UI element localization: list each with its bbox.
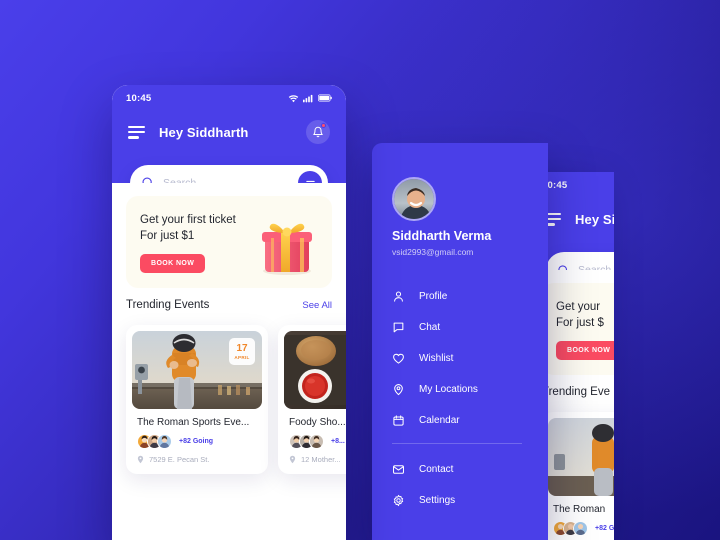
gift-box-icon [262, 223, 312, 275]
event-location: 12 Mother... [288, 455, 346, 464]
avatar[interactable] [392, 177, 436, 221]
drawer-item-my-locations[interactable]: My Locations [392, 374, 532, 405]
drawer-item-label: Chat [419, 322, 441, 333]
location-pin-icon [392, 383, 409, 396]
event-photo: 17 APRIL [132, 331, 262, 409]
mail-icon [392, 463, 409, 476]
phone-mockup-left: 10:45 Hey Siddharth Get your first ticke… [112, 85, 346, 540]
drawer-item-profile[interactable]: Profile [392, 281, 532, 312]
event-card[interactable]: 17 APRIL The Roman Sports Eve... +82 Goi… [126, 325, 268, 474]
event-photo [548, 418, 614, 496]
avatar [157, 434, 172, 449]
event-name: The Roman Sports Eve... [137, 417, 250, 428]
trending-header: Trending Events See All [126, 299, 332, 311]
event-location-text: 7529 E. Pecan St. [149, 455, 210, 464]
person-icon [392, 290, 409, 303]
event-name: Foody Sho... [289, 417, 346, 428]
location-pin-icon [289, 455, 296, 464]
drawer-item-contact[interactable]: Contact [392, 454, 532, 485]
attendees-group: +8... [289, 434, 346, 449]
drawer-item-wishlist[interactable]: Wishlist [392, 343, 532, 374]
promo-line-1: Get your first ticket [140, 214, 236, 226]
event-card-list: 17 APRIL The Roman Sports Eve... +82 Goi… [126, 325, 346, 474]
attendees-group: +82 Going [137, 434, 262, 449]
section-title: Trending Events [126, 299, 210, 311]
promo-text-right: Get your For just $ [556, 299, 604, 331]
event-card[interactable]: Foody Sho... +8... 12 Mother... [278, 325, 346, 474]
drawer-user-email: vsid2993@gmail.com [392, 247, 474, 257]
book-now-button[interactable]: BOOK NOW [140, 254, 206, 273]
promo-card[interactable]: Get your first ticket For just $1 BOOK N… [126, 196, 332, 288]
hamburger-icon[interactable] [128, 125, 145, 139]
drawer-divider [392, 443, 522, 444]
drawer-item-label: Settings [419, 495, 456, 506]
event-name: The Roman [553, 504, 606, 515]
avatar [573, 521, 588, 536]
event-location-text: 12 Mother... [301, 455, 341, 464]
trending-header-right: Trending Eve [542, 386, 614, 398]
location-pin-icon [137, 455, 144, 464]
drawer-item-label: My Locations [419, 384, 478, 395]
greeting-text: Hey Siddharth [159, 124, 249, 140]
notification-badge [321, 123, 326, 128]
attendee-count: +82 Going [179, 438, 214, 445]
book-now-button-right[interactable]: BOOK NOW [556, 341, 614, 360]
promo-line-2: For just $1 [140, 230, 195, 242]
chat-bubble-icon [392, 321, 409, 334]
event-photo [284, 331, 346, 409]
event-date-day: 17 [236, 342, 248, 354]
calendar-icon [392, 414, 409, 427]
drawer-item-label: Profile [419, 291, 448, 302]
status-bar-left: 10:45 [112, 85, 346, 111]
promo-text: Get your first ticket For just $1 [140, 212, 236, 244]
drawer-item-label: Contact [419, 464, 454, 475]
drawer-item-label: Wishlist [419, 353, 454, 364]
drawer-item-calendar[interactable]: Calendar [392, 405, 532, 436]
drawer-item-settings[interactable]: Settings [392, 485, 532, 516]
drawer-user-name: Siddharth Verma [392, 229, 492, 243]
signal-icon [303, 94, 313, 102]
drawer-item-chat[interactable]: Chat [392, 312, 532, 343]
nav-row-left: Hey Siddharth [112, 113, 346, 151]
event-date-month: APRIL [234, 354, 250, 360]
battery-icon [318, 94, 332, 102]
attendees-group: +82 G [553, 521, 614, 536]
status-clock: 10:45 [126, 92, 152, 104]
event-location: 7529 E. Pecan St. [136, 455, 262, 464]
gear-icon [392, 494, 409, 507]
avatar [309, 434, 324, 449]
attendee-count: +82 G [595, 525, 614, 532]
event-card[interactable]: The Roman +82 G [542, 412, 614, 540]
promo-line-2: For just $ [556, 317, 604, 329]
drawer-menu-secondary: Contact Settings [392, 454, 532, 516]
see-all-link[interactable]: See All [302, 300, 332, 311]
trending-title-right: Trending Eve [542, 386, 610, 398]
event-date-badge: 17 APRIL [229, 338, 255, 365]
notification-bell-button[interactable] [306, 120, 330, 144]
promo-line-1: Get your [556, 301, 601, 313]
event-cards-right: The Roman +82 G [542, 412, 614, 540]
greeting-text-right: Hey Sidd [575, 211, 614, 227]
attendee-count: +8... [331, 438, 345, 445]
promo-card-right[interactable]: Get your For just $ BOOK NOW [542, 283, 614, 375]
status-icons [288, 94, 332, 103]
navigation-drawer: Siddharth Verma vsid2993@gmail.com Profi… [372, 143, 548, 540]
wifi-icon [288, 94, 299, 102]
heart-icon [392, 352, 409, 365]
drawer-item-label: Calendar [419, 415, 460, 426]
wallpaper-stage: 10:45 Hey Sidd Search... Get your For ju… [0, 0, 720, 540]
drawer-menu-primary: Profile Chat Wishlist My Locations Calen… [392, 281, 532, 436]
app-screen-left: 10:45 Hey Siddharth Get your first ticke… [112, 85, 346, 540]
